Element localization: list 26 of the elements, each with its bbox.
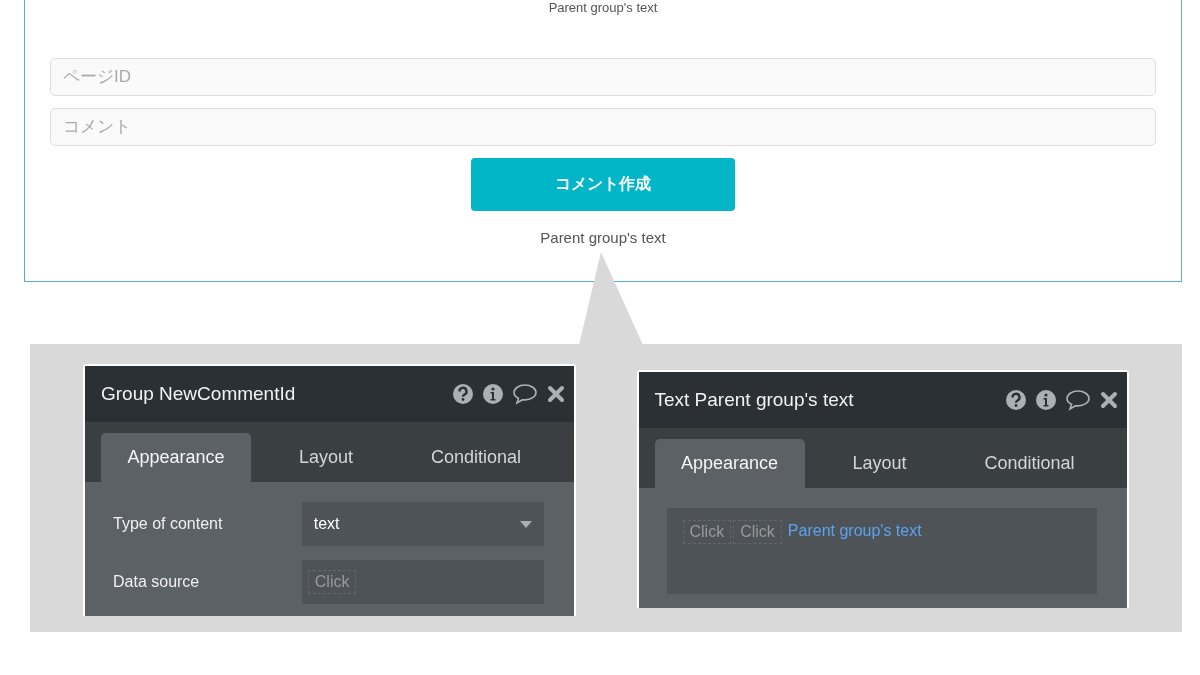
comment-icon[interactable] bbox=[511, 383, 538, 405]
help-icon[interactable] bbox=[451, 383, 474, 405]
editor-title: Text Parent group's text bbox=[654, 389, 855, 411]
info-icon[interactable] bbox=[1035, 389, 1057, 411]
close-icon[interactable] bbox=[545, 384, 566, 404]
content-type-dropdown[interactable]: text bbox=[301, 502, 544, 546]
editor-tab[interactable]: Layout bbox=[804, 439, 955, 488]
field-label: Type of content bbox=[113, 515, 224, 533]
group-text: Parent group's text bbox=[548, 0, 658, 15]
dynamic-expression[interactable]: Parent group's text bbox=[783, 520, 926, 542]
close-icon[interactable] bbox=[1099, 390, 1119, 410]
editor-tab[interactable]: Appearance bbox=[101, 433, 251, 482]
group-text: Parent group's text bbox=[540, 229, 666, 246]
field-label: Data source bbox=[113, 573, 201, 591]
editor-tab[interactable]: Conditional bbox=[954, 439, 1105, 488]
editor-tab[interactable]: Appearance bbox=[654, 439, 805, 488]
editor-title: Group NewCommentId bbox=[101, 383, 297, 405]
comment-icon[interactable] bbox=[1065, 389, 1091, 411]
info-icon[interactable] bbox=[481, 383, 504, 405]
caret-icon bbox=[519, 520, 532, 528]
editor-tab[interactable]: Conditional bbox=[401, 433, 551, 482]
expression-editor[interactable]: Click Click Parent group's text bbox=[666, 508, 1097, 594]
input-field[interactable]: コメント bbox=[50, 108, 1156, 146]
editor-tab[interactable]: Layout bbox=[251, 433, 401, 482]
help-icon[interactable] bbox=[1005, 389, 1027, 411]
input-field[interactable]: ページID bbox=[50, 58, 1156, 96]
